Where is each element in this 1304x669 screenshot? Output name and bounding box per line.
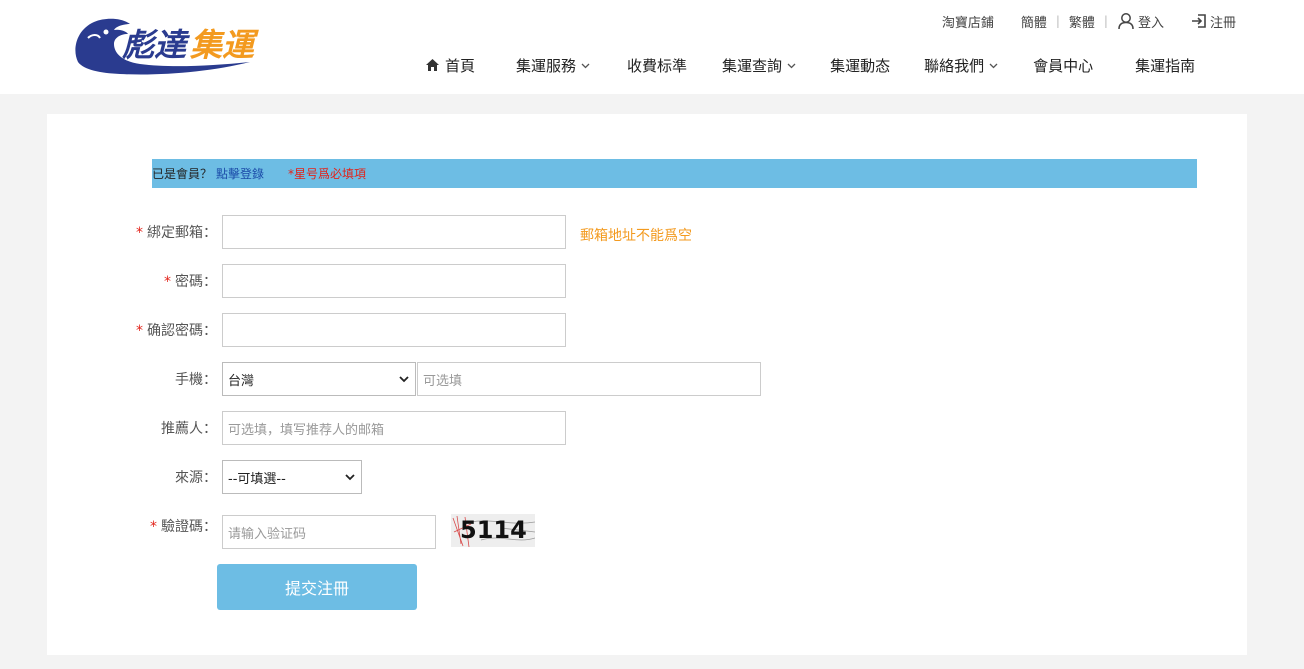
captcha-text: 5114 — [460, 516, 527, 544]
site-logo[interactable]: 彪達 集運 — [70, 12, 310, 76]
user-icon — [1118, 13, 1134, 30]
captcha-input[interactable]: 请输入验证码 — [222, 515, 436, 549]
referrer-label: 推薦人： — [161, 421, 217, 437]
logo-text-accent: 集運 — [189, 26, 259, 64]
traditional-chinese-link[interactable]: 繁體 — [1069, 12, 1095, 31]
referrer-input[interactable]: 可选填，填写推荐人的邮箱 — [222, 411, 566, 445]
captcha-label: * 驗證碼： — [150, 519, 217, 535]
home-icon — [426, 59, 439, 71]
source-value: --可填選-- — [228, 471, 286, 487]
email-label: * 綁定郵箱： — [136, 225, 217, 241]
nav-contact-label: 聯絡我們 — [924, 56, 985, 75]
required-note: *星号爲必填項 — [288, 167, 367, 181]
nav-member[interactable]: 會員中心 — [1033, 55, 1093, 76]
register-card: 已是會員？ 點擊登錄 *星号爲必填項 * 綁定郵箱： 郵箱地址不能爲空 * 密碼： … — [47, 114, 1247, 655]
divider: | — [1103, 14, 1108, 28]
nav-news-label: 集運動态 — [830, 56, 891, 75]
email-field[interactable] — [222, 215, 566, 249]
nav-query-label: 集運查詢 — [722, 56, 783, 75]
taobao-store-link[interactable]: 淘寶店鋪 — [942, 12, 994, 31]
already-member-text: 已是會員？ — [152, 167, 213, 181]
nav-contact[interactable]: 聯絡我們 — [924, 55, 998, 76]
confirm-password-field[interactable] — [222, 313, 566, 347]
nav-query[interactable]: 集運查詢 — [722, 55, 796, 76]
notice-bar: 已是會員？ 點擊登錄 *星号爲必填項 — [152, 159, 1197, 188]
submit-register-button[interactable]: 提交注冊 — [217, 564, 417, 610]
nav-news[interactable]: 集運動态 — [830, 55, 890, 76]
logo-text-main: 彪達 — [122, 26, 191, 64]
chevron-down-icon — [787, 63, 796, 68]
sign-in-icon — [1191, 14, 1206, 28]
email-error-text: 郵箱地址不能爲空 — [580, 228, 692, 244]
register-label: 注冊 — [1209, 15, 1236, 31]
login-link[interactable]: 登入 — [1117, 12, 1164, 31]
nav-member-label: 會員中心 — [1033, 56, 1094, 75]
source-select[interactable]: --可填選-- — [222, 460, 362, 494]
site-header: 彪達 集運 淘寶店鋪 簡體 | 繁體 | 登入 注冊 首頁 集運服務 收費标準 — [0, 0, 1304, 94]
password-label: * 密碼： — [164, 274, 217, 290]
nav-services[interactable]: 集運服務 — [516, 55, 590, 76]
nav-home[interactable]: 首頁 — [425, 55, 475, 76]
confirm-password-label: * 确認密碼： — [136, 323, 217, 339]
nav-fees-label: 收費标準 — [627, 56, 688, 75]
password-field[interactable] — [222, 264, 566, 298]
chevron-down-icon — [989, 63, 998, 68]
chevron-down-icon — [399, 375, 409, 382]
phone-region-value: 台灣 — [228, 373, 255, 389]
login-link-inline[interactable]: 點擊登錄 — [216, 165, 264, 182]
main-nav: 首頁 集運服務 收費标準 集運查詢 集運動态 聯絡我們 會員中心 集運指南 — [425, 53, 1195, 77]
nav-fees[interactable]: 收費标準 — [627, 55, 687, 76]
source-label: 來源： — [175, 470, 217, 486]
top-utility-bar: 淘寶店鋪 簡體 | 繁體 | 登入 注冊 — [942, 11, 1236, 31]
login-label: 登入 — [1137, 15, 1164, 31]
nav-home-label: 首頁 — [445, 56, 476, 75]
captcha-image[interactable]: 5114 — [451, 514, 535, 547]
chevron-down-icon — [345, 473, 355, 480]
logo-mark-icon: 彪達 集運 — [75, 18, 259, 75]
register-link[interactable]: 注冊 — [1191, 12, 1236, 31]
nav-services-label: 集運服務 — [516, 56, 577, 75]
simplified-chinese-link[interactable]: 簡體 — [1021, 12, 1047, 31]
nav-guide-label: 集運指南 — [1135, 56, 1196, 75]
phone-input[interactable]: 可选填 — [417, 362, 761, 396]
phone-label: 手機： — [175, 372, 217, 388]
phone-region-select[interactable]: 台灣 — [222, 362, 416, 396]
divider: | — [1055, 14, 1060, 28]
nav-guide[interactable]: 集運指南 — [1135, 55, 1195, 76]
chevron-down-icon — [581, 63, 590, 68]
